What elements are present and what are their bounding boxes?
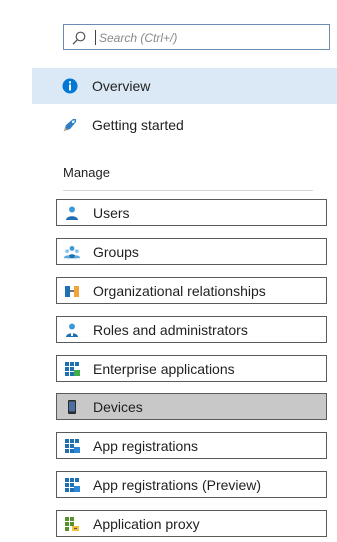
org-relationships-icon [64,283,80,299]
search-icon [71,30,87,46]
search-box[interactable]: Search (Ctrl+/) [63,24,330,50]
nav-item-label: Overview [92,78,151,94]
group-icon [64,244,80,260]
info-icon [61,77,79,95]
manage-item-app-registrations-preview[interactable]: App registrations (Preview) [56,471,327,498]
nav-item-label: Getting started [92,117,184,133]
section-title-manage: Manage [63,165,110,180]
search-placeholder: Search (Ctrl+/) [99,31,178,45]
manage-item-label: Groups [93,243,139,260]
user-icon [64,205,80,221]
manage-item-label: Users [93,204,130,221]
nav-item-getting-started[interactable]: Getting started [32,107,337,143]
manage-item-label: App registrations (Preview) [93,476,262,493]
manage-item-enterprise-applications[interactable]: Enterprise applications [56,355,327,382]
manage-item-label: Roles and administrators [93,321,248,338]
manage-item-application-proxy[interactable]: Application proxy [56,510,327,537]
section-divider [63,190,313,191]
roles-icon [64,322,80,338]
text-cursor [95,30,96,45]
manage-item-label: App registrations [93,437,199,454]
manage-item-app-registrations[interactable]: App registrations [56,432,327,459]
device-icon [64,399,80,415]
manage-item-roles-and-administrators[interactable]: Roles and administrators [56,316,327,343]
manage-item-label: Application proxy [93,515,200,532]
app-registrations-icon [64,438,80,454]
manage-item-label: Organizational relationships [93,282,266,299]
nav-item-overview[interactable]: Overview [32,68,337,104]
manage-item-devices[interactable]: Devices [56,393,327,420]
manage-item-organizational-relationships[interactable]: Organizational relationships [56,277,327,304]
enterprise-apps-icon [64,361,80,377]
app-registrations-preview-icon [64,477,80,493]
manage-item-users[interactable]: Users [56,199,327,226]
rocket-icon [61,116,79,134]
manage-item-groups[interactable]: Groups [56,238,327,265]
app-proxy-icon [64,516,80,532]
manage-item-label: Devices [93,398,143,415]
manage-item-label: Enterprise applications [93,360,235,377]
